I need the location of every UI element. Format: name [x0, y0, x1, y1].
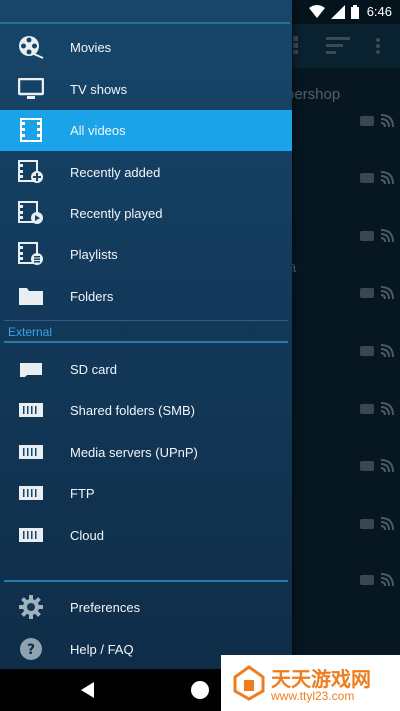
external-section-header: External	[8, 325, 53, 339]
background-badge	[360, 288, 374, 298]
background-list-row	[292, 571, 400, 629]
clock: 6:46	[366, 4, 392, 19]
nav-item-media-servers-upnp[interactable]: Media servers (UPnP)	[0, 432, 292, 472]
background-badge	[360, 346, 374, 356]
nav-item-recently-played[interactable]: Recently played	[0, 193, 292, 233]
home-button[interactable]	[191, 681, 209, 699]
watermark-title: 天天游戏网	[271, 669, 371, 691]
grid-view-icon	[293, 36, 298, 54]
background-title-fragment: bershop	[292, 86, 341, 103]
nav-item-sd-card[interactable]: SD card	[0, 349, 292, 389]
nav-item-label: Playlists	[70, 246, 118, 262]
navigation-drawer: Movies TV shows All videos Recently adde…	[0, 0, 292, 669]
nav-item-label: Media servers (UPnP)	[70, 444, 198, 460]
network-drive-icon	[17, 523, 45, 547]
background-badge	[360, 116, 374, 126]
background-video-list: bershop a	[292, 24, 400, 669]
background-badge	[360, 231, 374, 241]
cast-icon	[380, 114, 394, 128]
folder-icon	[17, 284, 45, 308]
background-badge	[360, 519, 374, 529]
background-badge	[360, 173, 374, 183]
nav-item-label: Recently added	[70, 164, 161, 180]
network-drive-icon	[17, 481, 45, 505]
nav-item-recently-added[interactable]: Recently added	[0, 152, 292, 192]
nav-item-label: TV shows	[70, 81, 128, 97]
background-list-row	[292, 400, 400, 458]
background-badge	[360, 575, 374, 585]
cast-icon	[380, 402, 394, 416]
background-badge	[360, 461, 374, 471]
battery-icon	[350, 4, 359, 19]
watermark: 天天游戏网 www.ttyl23.com	[221, 655, 400, 711]
nav-item-cloud[interactable]: Cloud	[0, 515, 292, 555]
cast-icon	[380, 517, 394, 531]
nav-item-tv-shows[interactable]: TV shows	[0, 69, 292, 109]
background-list-row	[292, 169, 400, 227]
watermark-logo-icon	[233, 665, 265, 701]
background-list-row	[292, 457, 400, 515]
gear-icon	[17, 595, 45, 619]
background-list-row	[292, 227, 400, 285]
signal-icon	[330, 4, 345, 19]
nav-item-label: All videos	[70, 123, 126, 138]
background-list-row	[292, 515, 400, 573]
cast-icon	[380, 286, 394, 300]
sd-card-icon	[17, 357, 45, 381]
nav-item-preferences[interactable]: Preferences	[0, 587, 292, 627]
nav-item-label: Shared folders (SMB)	[70, 402, 195, 418]
wifi-icon	[308, 4, 325, 18]
cast-icon	[380, 459, 394, 473]
background-list-row	[292, 112, 400, 170]
section-divider	[4, 341, 288, 343]
nav-item-playlists[interactable]: Playlists	[0, 234, 292, 274]
film-strip-icon	[17, 118, 45, 142]
nav-item-all-videos[interactable]: All videos	[0, 110, 292, 151]
cast-icon	[380, 344, 394, 358]
back-icon[interactable]	[80, 682, 96, 698]
sort-icon	[326, 37, 350, 54]
nav-item-movies[interactable]: Movies	[0, 27, 292, 67]
background-list-row	[292, 342, 400, 400]
film-strip-plus-icon	[17, 160, 45, 184]
section-divider	[4, 320, 288, 321]
film-reel-icon	[17, 35, 45, 59]
cast-icon	[380, 573, 394, 587]
nav-item-label: Recently played	[70, 205, 163, 221]
nav-item-folders[interactable]: Folders	[0, 276, 292, 316]
more-options-icon	[376, 38, 380, 54]
watermark-url: www.ttyl23.com	[271, 689, 355, 703]
nav-item-label: FTP	[70, 485, 95, 501]
background-list-row	[292, 284, 400, 342]
help-icon: ?	[17, 637, 45, 661]
film-strip-list-icon	[17, 242, 45, 266]
film-strip-play-icon	[17, 201, 45, 225]
cast-icon	[380, 171, 394, 185]
nav-item-label: Preferences	[70, 599, 141, 615]
drawer-top-divider	[0, 22, 290, 24]
network-drive-icon	[17, 398, 45, 422]
nav-item-label: Cloud	[70, 527, 104, 543]
nav-item-label: SD card	[70, 361, 117, 377]
footer-divider	[4, 580, 288, 582]
nav-item-label: Movies	[70, 39, 112, 55]
network-drive-icon	[17, 440, 45, 464]
cast-icon	[380, 229, 394, 243]
nav-item-label: Folders	[70, 288, 114, 304]
nav-item-shared-folders-smb[interactable]: Shared folders (SMB)	[0, 390, 292, 430]
background-badge	[360, 404, 374, 414]
background-toolbar	[292, 24, 400, 68]
svg-text:?: ?	[27, 642, 35, 658]
tv-icon	[17, 77, 45, 101]
nav-item-label: Help / FAQ	[70, 641, 134, 657]
nav-item-ftp[interactable]: FTP	[0, 473, 292, 513]
